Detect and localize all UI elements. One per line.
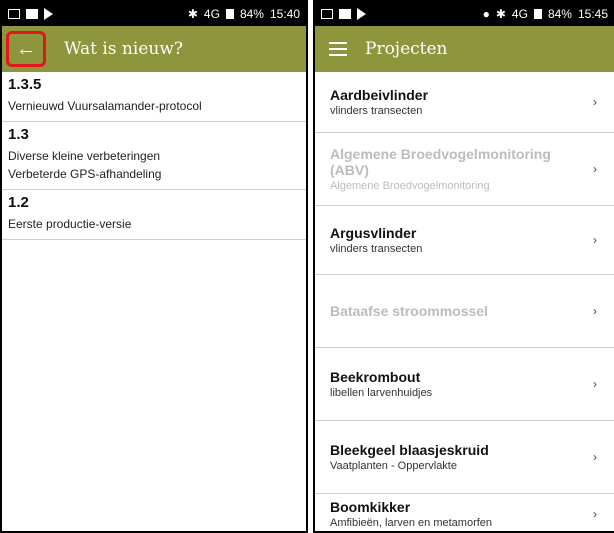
release-change: Vernieuwd Vuursalamander-protocol bbox=[8, 99, 202, 113]
project-name: Argusvlinder bbox=[330, 225, 417, 241]
project-name: Aardbeivlinder bbox=[330, 87, 429, 103]
project-subtitle: Algemene Broedvogelmonitoring bbox=[330, 180, 490, 192]
gallery-icon bbox=[8, 9, 20, 19]
battery-level: 84% bbox=[239, 7, 264, 21]
bluetooth-icon: ✱ bbox=[495, 7, 506, 21]
network-type: 4G bbox=[203, 7, 220, 21]
bluetooth-icon: ✱ bbox=[187, 7, 198, 21]
page-title: Wat is nieuw? bbox=[64, 39, 183, 59]
chevron-right-icon: › bbox=[593, 304, 597, 318]
project-subtitle: vlinders transecten bbox=[330, 105, 423, 117]
back-button[interactable]: ← bbox=[6, 31, 46, 67]
chevron-right-icon: › bbox=[593, 450, 597, 464]
project-list: Aardbeivlinder vlinders transecten › Algeme… bbox=[315, 72, 614, 531]
play-icon bbox=[357, 8, 366, 20]
battery-level: 84% bbox=[547, 7, 572, 21]
project-texts: Beekrombout libellen larvenhuidjes bbox=[330, 369, 588, 399]
whats-new-screen: ✱ 4G 84% 15:40 ← Wat is nieuw? 1.3.5 Vern… bbox=[0, 0, 308, 533]
project-subtitle: Vaatplanten - Oppervlakte bbox=[330, 460, 457, 472]
status-bar: ✱ 4G 84% 15:40 bbox=[2, 2, 306, 26]
image-icon bbox=[339, 9, 351, 19]
release-change: Verbeterde GPS-afhandeling bbox=[8, 167, 162, 181]
release-version: 1.3 bbox=[8, 126, 29, 143]
gallery-icon bbox=[321, 9, 333, 19]
project-item[interactable]: Boomkikker Amfibieën, larven en metamorfe… bbox=[315, 494, 614, 531]
project-name: Boomkikker bbox=[330, 499, 411, 515]
release-list: 1.3.5 Vernieuwd Vuursalamander-protocol 1.… bbox=[2, 72, 306, 531]
release-change: Diverse kleine verbeteringen bbox=[8, 149, 161, 163]
back-arrow-icon: ← bbox=[16, 37, 36, 60]
chevron-right-icon: › bbox=[593, 162, 597, 176]
battery-icon bbox=[533, 9, 542, 19]
release-entry: 1.3.5 Vernieuwd Vuursalamander-protocol bbox=[2, 72, 306, 122]
project-item[interactable]: Argusvlinder vlinders transecten › bbox=[315, 206, 614, 275]
hamburger-menu-icon[interactable] bbox=[329, 42, 347, 56]
project-item[interactable]: Bleekgeel blaasjeskruid Vaatplanten - Opp… bbox=[315, 421, 614, 494]
chevron-right-icon: › bbox=[593, 233, 597, 247]
chevron-right-icon: › bbox=[593, 377, 597, 391]
projects-screen: ● ✱ 4G 84% 15:45 Projecten Aardbeivlinde… bbox=[313, 0, 614, 533]
app-bar: ← Wat is nieuw? bbox=[2, 26, 306, 72]
project-texts: Bataafse stroommossel bbox=[330, 303, 588, 319]
clock: 15:45 bbox=[577, 7, 608, 21]
project-texts: Aardbeivlinder vlinders transecten bbox=[330, 87, 588, 117]
image-icon bbox=[26, 9, 38, 19]
project-item[interactable]: Algemene Broedvogelmonitoring (ABV) Algem… bbox=[315, 133, 614, 206]
project-texts: Algemene Broedvogelmonitoring (ABV) Algem… bbox=[330, 146, 588, 192]
release-version: 1.2 bbox=[8, 194, 29, 211]
project-texts: Bleekgeel blaasjeskruid Vaatplanten - Opp… bbox=[330, 442, 588, 472]
clock: 15:40 bbox=[269, 7, 300, 21]
battery-icon bbox=[225, 9, 234, 19]
status-bar: ● ✱ 4G 84% 15:45 bbox=[315, 2, 614, 26]
project-name: Algemene Broedvogelmonitoring (ABV) bbox=[330, 146, 551, 178]
chevron-right-icon: › bbox=[593, 95, 597, 109]
project-subtitle: Amfibieën, larven en metamorfen bbox=[330, 517, 493, 529]
location-icon: ● bbox=[482, 7, 490, 21]
project-texts: Argusvlinder vlinders transecten bbox=[330, 225, 588, 255]
project-subtitle: vlinders transecten bbox=[330, 243, 423, 255]
project-name: Bataafse stroommossel bbox=[330, 303, 488, 319]
chevron-right-icon: › bbox=[593, 507, 597, 521]
project-item[interactable]: Aardbeivlinder vlinders transecten › bbox=[315, 72, 614, 133]
project-item[interactable]: Beekrombout libellen larvenhuidjes › bbox=[315, 348, 614, 421]
project-name: Beekrombout bbox=[330, 369, 421, 385]
release-entry: 1.3 Diverse kleine verbeteringen Verbeterd… bbox=[2, 122, 306, 190]
play-icon bbox=[44, 8, 53, 20]
network-type: 4G bbox=[511, 7, 528, 21]
project-subtitle: libellen larvenhuidjes bbox=[330, 387, 433, 399]
project-item[interactable]: Bataafse stroommossel › bbox=[315, 275, 614, 348]
page-title: Projecten bbox=[365, 39, 448, 59]
project-name: Bleekgeel blaasjeskruid bbox=[330, 442, 489, 458]
project-texts: Boomkikker Amfibieën, larven en metamorfe… bbox=[330, 499, 588, 529]
release-change: Eerste productie-versie bbox=[8, 217, 132, 231]
app-bar: Projecten bbox=[315, 26, 614, 72]
release-version: 1.3.5 bbox=[8, 76, 42, 93]
release-entry: 1.2 Eerste productie-versie bbox=[2, 190, 306, 240]
